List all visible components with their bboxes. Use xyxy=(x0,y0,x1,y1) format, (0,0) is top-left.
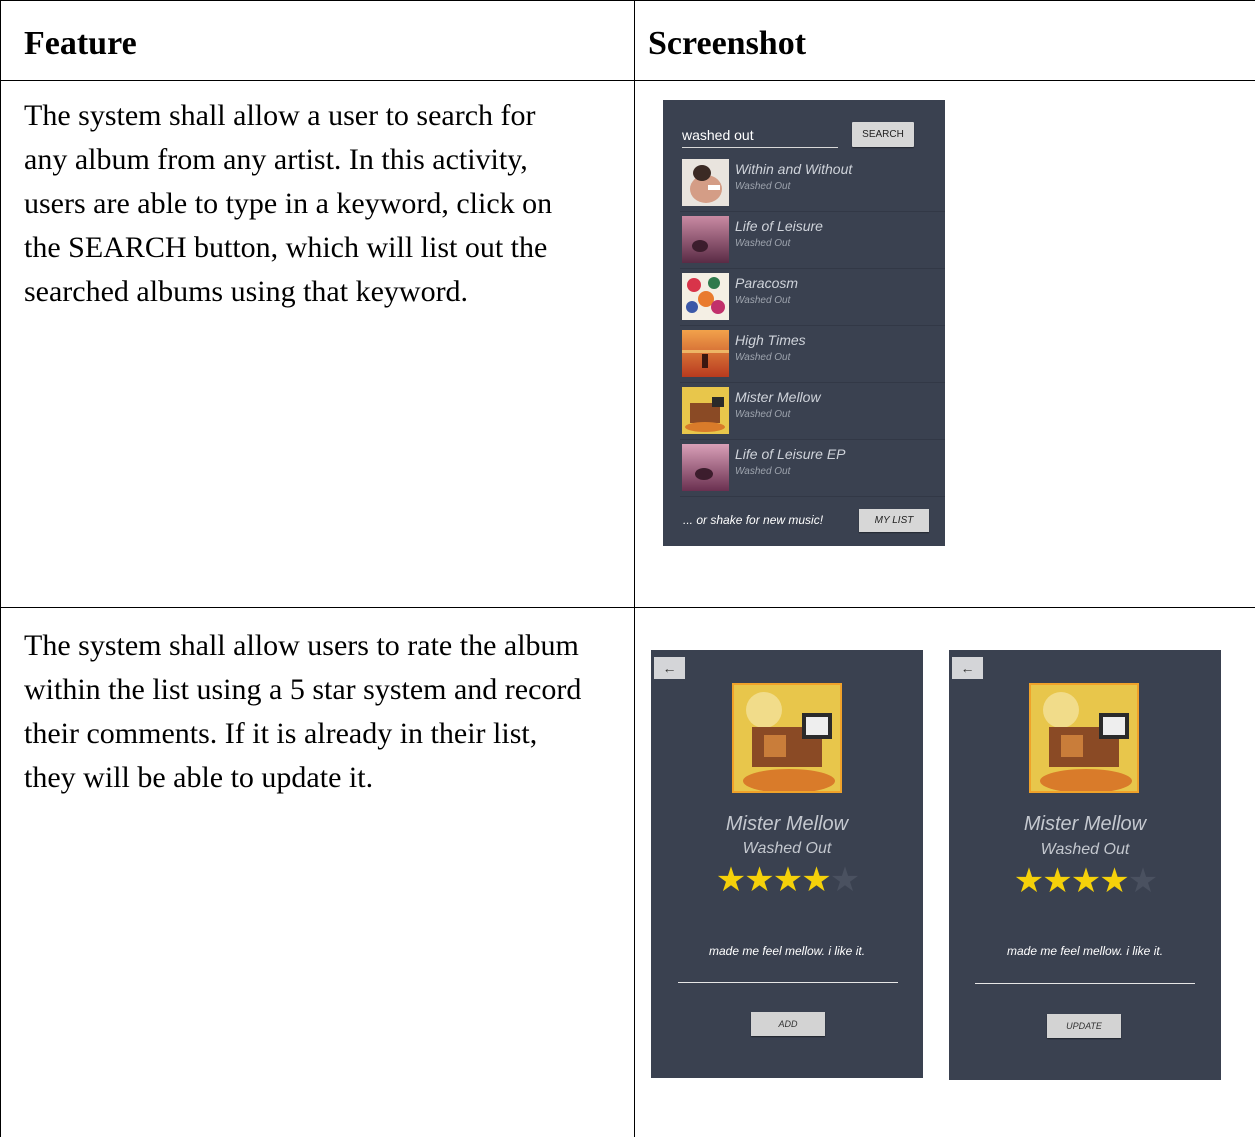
star-rating[interactable]: ★★★★★ xyxy=(651,863,923,897)
description-line: they will be able to update it. xyxy=(24,761,374,794)
description-line: any album from any artist. In this activ… xyxy=(24,143,528,176)
album-title: Mister Mellow xyxy=(735,389,821,405)
album-cover-mister-mellow-icon xyxy=(732,683,842,793)
star-icon[interactable]: ★ xyxy=(1099,864,1130,898)
album-title: Within and Without xyxy=(735,161,853,177)
list-item[interactable]: Paracosm Washed Out xyxy=(680,269,945,326)
album-artist: Washed Out xyxy=(735,352,791,363)
description-line: searched albums using that keyword. xyxy=(24,275,469,308)
album-artist: Washed Out xyxy=(735,466,791,477)
search-input[interactable]: washed out xyxy=(682,125,838,148)
album-title: Mister Mellow xyxy=(1023,813,1147,835)
album-cover-high-times-icon xyxy=(682,330,729,377)
album-cover-life-of-leisure-ep-icon xyxy=(682,444,729,491)
back-arrow-icon[interactable]: ← xyxy=(952,657,983,679)
comment-field[interactable]: made me feel mellow. i like it. xyxy=(949,944,1221,958)
album-title: Mister Mellow xyxy=(725,813,849,835)
star-icon[interactable]: ★ xyxy=(744,863,775,897)
album-artist: Washed Out xyxy=(735,181,791,192)
list-item[interactable]: Life of Leisure Washed Out xyxy=(680,212,945,269)
album-title: Life of Leisure EP xyxy=(735,446,846,462)
description-line: the SEARCH button, which will list out t… xyxy=(24,231,548,264)
star-icon[interactable]: ★ xyxy=(830,863,861,897)
header-feature: Feature xyxy=(24,25,137,62)
star-icon[interactable]: ★ xyxy=(1014,864,1045,898)
add-button[interactable]: ADD xyxy=(751,1012,825,1036)
row1-description: The system shall allow a user to search … xyxy=(24,94,552,314)
album-cover-mister-mellow-icon xyxy=(682,387,729,434)
star-icon[interactable]: ★ xyxy=(1042,864,1073,898)
my-list-button[interactable]: MY LIST xyxy=(859,509,929,532)
table-column-divider xyxy=(634,0,635,1137)
album-title: High Times xyxy=(735,332,806,348)
list-item[interactable]: High Times Washed Out xyxy=(680,326,945,383)
table-border-left xyxy=(0,0,1,1137)
table-border-top xyxy=(0,0,1255,1)
album-cover-mister-mellow-icon xyxy=(1029,683,1139,793)
star-icon[interactable]: ★ xyxy=(1128,864,1159,898)
description-line: The system shall allow a user to search … xyxy=(24,99,536,132)
album-title: Life of Leisure xyxy=(735,218,823,234)
description-line: users are able to type in a keyword, cli… xyxy=(24,187,553,220)
comment-underline xyxy=(975,983,1195,984)
header-screenshot: Screenshot xyxy=(648,25,807,62)
description-line: The system shall allow users to rate the… xyxy=(24,629,579,662)
album-cover-within-and-without-icon xyxy=(682,159,729,206)
album-artist: Washed Out xyxy=(1040,841,1130,858)
album-title: Paracosm xyxy=(735,275,799,291)
album-artist: Washed Out xyxy=(742,840,832,857)
comment-underline xyxy=(678,982,898,983)
star-rating[interactable]: ★★★★★ xyxy=(949,864,1221,898)
album-detail-add-screen: ← Mister Mellow Washed Out ★★★★★ made me… xyxy=(651,650,923,1078)
star-icon[interactable]: ★ xyxy=(801,863,832,897)
list-item[interactable]: Within and Without Washed Out xyxy=(680,155,945,212)
search-screen: washed out SEARCH Within and Without Was… xyxy=(663,100,945,546)
album-artist: Washed Out xyxy=(735,295,791,306)
comment-field[interactable]: made me feel mellow. i like it. xyxy=(651,944,923,958)
album-artist: Washed Out xyxy=(735,409,791,420)
search-button[interactable]: SEARCH xyxy=(852,122,914,147)
update-button[interactable]: UPDATE xyxy=(1047,1014,1121,1038)
star-icon[interactable]: ★ xyxy=(716,863,747,897)
list-item[interactable]: Life of Leisure EP Washed Out xyxy=(680,440,945,497)
table-row-divider xyxy=(0,607,1255,608)
album-artist: Washed Out xyxy=(735,238,791,249)
list-item[interactable]: Mister Mellow Washed Out xyxy=(680,383,945,440)
album-cover-life-of-leisure-icon xyxy=(682,216,729,263)
description-line: their comments. If it is already in thei… xyxy=(24,717,538,750)
star-icon[interactable]: ★ xyxy=(1071,864,1102,898)
description-line: within the list using a 5 star system an… xyxy=(24,673,582,706)
album-cover-paracosm-icon xyxy=(682,273,729,320)
album-detail-update-screen: ← Mister Mellow Washed Out ★★★★★ made me… xyxy=(949,650,1221,1080)
star-icon[interactable]: ★ xyxy=(773,863,804,897)
table-header-divider xyxy=(0,80,1255,81)
row2-description: The system shall allow users to rate the… xyxy=(24,624,581,800)
back-arrow-icon[interactable]: ← xyxy=(654,657,685,679)
shake-hint: ... or shake for new music! xyxy=(683,513,824,527)
